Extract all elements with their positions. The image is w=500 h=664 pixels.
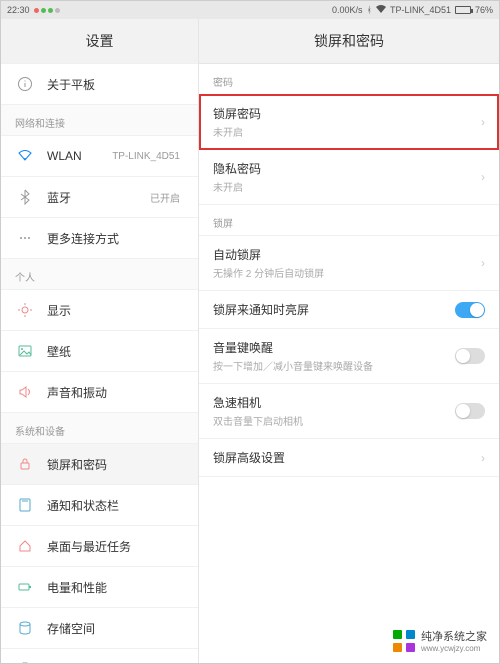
watermark-url: www.ycwjzy.com bbox=[421, 644, 487, 653]
row-privacy-password[interactable]: 隐私密码 未开启 › bbox=[199, 149, 499, 205]
row-auto-lock[interactable]: 自动锁屏 无操作 2 分钟后自动锁屏 › bbox=[199, 235, 499, 291]
netspeed: 0.00K/s bbox=[332, 5, 363, 15]
picture-icon bbox=[15, 341, 35, 361]
sidebar-item-miui-lab[interactable]: MIUI实验室 bbox=[1, 648, 198, 663]
priv-pw-label: 隐私密码 bbox=[213, 160, 481, 177]
section-system: 系统和设备 bbox=[1, 413, 198, 444]
autolock-label: 自动锁屏 bbox=[213, 246, 481, 263]
display-label: 显示 bbox=[47, 302, 184, 319]
bt-value: 已开启 bbox=[150, 190, 180, 205]
row-wake-on-notification[interactable]: 锁屏来通知时亮屏 bbox=[199, 290, 499, 329]
battery-icon bbox=[455, 6, 471, 14]
volwake-sub: 按一下增加／减小音量键来唤醒设备 bbox=[213, 358, 455, 373]
section-personal: 个人 bbox=[1, 259, 198, 290]
sidebar-item-more-conn[interactable]: 更多连接方式 bbox=[1, 217, 198, 259]
row-lock-advanced[interactable]: 锁屏高级设置 › bbox=[199, 438, 499, 477]
notification-icon bbox=[15, 495, 35, 515]
sidebar-item-bluetooth[interactable]: 蓝牙 已开启 bbox=[1, 176, 198, 218]
notif-label: 通知和状态栏 bbox=[47, 497, 184, 514]
detail-title: 锁屏和密码 bbox=[199, 19, 499, 64]
wifi-ssid: TP-LINK_4D51 bbox=[390, 5, 451, 15]
sidebar-item-lockscreen[interactable]: 锁屏和密码 bbox=[1, 443, 198, 485]
lockadv-label: 锁屏高级设置 bbox=[213, 449, 481, 466]
row-quick-camera[interactable]: 急速相机 双击音量下启动相机 bbox=[199, 383, 499, 439]
sidebar-title: 设置 bbox=[1, 19, 198, 64]
sidebar-item-recents[interactable]: 桌面与最近任务 bbox=[1, 525, 198, 567]
bluetooth-icon bbox=[15, 187, 35, 207]
autolock-sub: 无操作 2 分钟后自动锁屏 bbox=[213, 265, 481, 280]
watermark: 纯净系统之家 www.ycwjzy.com bbox=[389, 626, 491, 655]
wlan-value: TP-LINK_4D51 bbox=[112, 151, 180, 162]
chevron-right-icon: › bbox=[481, 256, 485, 270]
watermark-logo bbox=[393, 630, 415, 652]
volwake-label: 音量键唤醒 bbox=[213, 339, 455, 356]
sound-label: 声音和振动 bbox=[47, 384, 184, 401]
toggle-wake[interactable] bbox=[455, 302, 485, 318]
battery-pct: 76% bbox=[475, 5, 493, 15]
settings-sidebar[interactable]: 设置 关于平板 网络和连接 WLAN TP-LINK_4D51 蓝牙 bbox=[1, 19, 199, 663]
chevron-right-icon: › bbox=[481, 170, 485, 184]
more-icon bbox=[15, 228, 35, 248]
sidebar-item-notifications[interactable]: 通知和状态栏 bbox=[1, 484, 198, 526]
about-label: 关于平板 bbox=[47, 76, 184, 93]
status-bar: 22:30 0.00K/s ᚼ TP-LINK_4D51 76% bbox=[1, 1, 499, 19]
lock-pw-label: 锁屏密码 bbox=[213, 105, 481, 122]
row-volume-wake[interactable]: 音量键唤醒 按一下增加／减小音量键来唤醒设备 bbox=[199, 328, 499, 384]
toggle-quickcam[interactable] bbox=[455, 403, 485, 419]
toggle-volwake[interactable] bbox=[455, 348, 485, 364]
bt-label: 蓝牙 bbox=[47, 189, 150, 206]
wifi-icon bbox=[376, 5, 386, 15]
chevron-right-icon: › bbox=[481, 451, 485, 465]
screenshot-frame: 22:30 0.00K/s ᚼ TP-LINK_4D51 76% 设置 关于平板 bbox=[0, 0, 500, 664]
sidebar-item-sound[interactable]: 声音和振动 bbox=[1, 371, 198, 413]
lockscreen-label: 锁屏和密码 bbox=[47, 456, 184, 473]
notification-dots bbox=[34, 8, 60, 13]
chevron-right-icon: › bbox=[481, 115, 485, 129]
moreconn-label: 更多连接方式 bbox=[47, 230, 184, 247]
home-icon bbox=[15, 536, 35, 556]
section-network: 网络和连接 bbox=[1, 105, 198, 136]
wallpaper-label: 壁纸 bbox=[47, 343, 184, 360]
speaker-icon bbox=[15, 382, 35, 402]
info-icon bbox=[15, 74, 35, 94]
miuilab-label: MIUI实验室 bbox=[47, 661, 184, 664]
section-lock: 锁屏 bbox=[199, 205, 499, 236]
sidebar-item-wallpaper[interactable]: 壁纸 bbox=[1, 330, 198, 372]
priv-pw-sub: 未开启 bbox=[213, 179, 481, 194]
wake-label: 锁屏来通知时亮屏 bbox=[213, 301, 455, 318]
storage-label: 存储空间 bbox=[47, 620, 184, 637]
quickcam-sub: 双击音量下启动相机 bbox=[213, 413, 455, 428]
lock-icon bbox=[15, 454, 35, 474]
wifi-icon bbox=[15, 146, 35, 166]
recents-label: 桌面与最近任务 bbox=[47, 538, 184, 555]
battery-icon bbox=[15, 577, 35, 597]
row-lockscreen-password[interactable]: 锁屏密码 未开启 › bbox=[199, 94, 499, 150]
sidebar-item-battery[interactable]: 电量和性能 bbox=[1, 566, 198, 608]
detail-pane: 锁屏和密码 密码 锁屏密码 未开启 › 隐私密码 未开启 › 锁屏 自动锁 bbox=[199, 19, 499, 663]
watermark-title: 纯净系统之家 bbox=[421, 631, 487, 643]
sidebar-item-about[interactable]: 关于平板 bbox=[1, 63, 198, 105]
sun-icon bbox=[15, 300, 35, 320]
battery-label: 电量和性能 bbox=[47, 579, 184, 596]
bluetooth-icon: ᚼ bbox=[367, 5, 372, 15]
sidebar-item-storage[interactable]: 存储空间 bbox=[1, 607, 198, 649]
sidebar-item-wlan[interactable]: WLAN TP-LINK_4D51 bbox=[1, 135, 198, 177]
quickcam-label: 急速相机 bbox=[213, 394, 455, 411]
wlan-label: WLAN bbox=[47, 149, 112, 163]
flask-icon bbox=[15, 659, 35, 663]
lock-pw-sub: 未开启 bbox=[213, 124, 481, 139]
clock: 22:30 bbox=[7, 5, 30, 15]
sidebar-item-display[interactable]: 显示 bbox=[1, 289, 198, 331]
section-password: 密码 bbox=[199, 64, 499, 95]
storage-icon bbox=[15, 618, 35, 638]
